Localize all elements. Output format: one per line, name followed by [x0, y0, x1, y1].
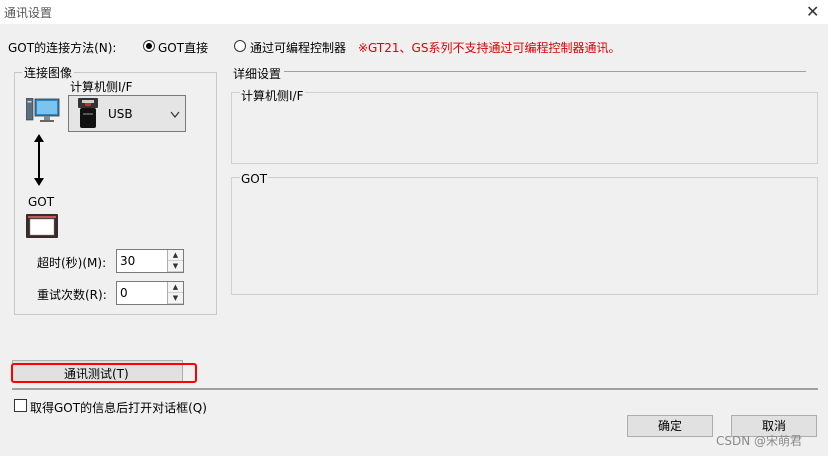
open-dialog-checkbox-label[interactable]: 取得GOT的信息后打开对话框(Q) — [30, 399, 207, 416]
got-label: GOT — [28, 195, 55, 209]
title-bar — [0, 0, 828, 24]
retry-value[interactable]: 0 — [120, 286, 128, 300]
detail-settings-title: 详细设置 — [233, 67, 282, 81]
close-icon[interactable]: ✕ — [806, 2, 819, 21]
pc-if-label: 计算机侧I/F — [70, 80, 133, 94]
spin-down-icon[interactable]: ▼ — [168, 293, 183, 304]
highlight-box — [11, 363, 197, 383]
got-device-icon — [26, 214, 58, 238]
timeout-label: 超时(秒)(M): — [37, 256, 107, 270]
chevron-down-icon[interactable] — [170, 108, 180, 122]
watermark-text: CSDN @宋萌君 — [716, 434, 803, 448]
ok-button[interactable]: 确定 — [627, 415, 713, 437]
connection-image-title: 连接图像 — [22, 64, 75, 81]
separator — [12, 388, 818, 390]
computer-icon — [25, 97, 60, 124]
usb-value: USB — [108, 107, 133, 121]
spin-up-icon[interactable]: ▲ — [168, 250, 183, 261]
window-title: 通讯设置 — [4, 6, 53, 20]
detail-pc-if-title: 计算机侧I/F — [240, 87, 305, 104]
detail-got-title: GOT — [240, 172, 269, 186]
detail-pc-if-box — [231, 92, 818, 164]
radio-got-direct[interactable] — [143, 40, 155, 52]
radio-got-direct-label[interactable]: GOT直接 — [158, 39, 208, 56]
open-dialog-checkbox[interactable] — [14, 399, 27, 412]
spin-down-icon[interactable]: ▼ — [168, 261, 183, 272]
spin-up-icon[interactable]: ▲ — [168, 282, 183, 293]
double-arrow-icon — [32, 134, 46, 186]
radio-via-plc[interactable] — [234, 40, 246, 52]
timeout-value[interactable]: 30 — [120, 254, 135, 268]
usb-connector-icon — [74, 97, 102, 130]
retry-spin-buttons[interactable]: ▲ ▼ — [167, 282, 183, 304]
connection-method-label: GOT的连接方法(N): — [8, 41, 117, 55]
detail-got-box — [231, 177, 818, 295]
radio-via-plc-label[interactable]: 通过可编程控制器 — [250, 39, 346, 56]
retry-label: 重试次数(R): — [37, 288, 107, 302]
detail-divider — [284, 71, 806, 72]
warning-text: ※GT21、GS系列不支持通过可编程控制器通讯。 — [358, 41, 621, 55]
timeout-spin-buttons[interactable]: ▲ ▼ — [167, 250, 183, 272]
